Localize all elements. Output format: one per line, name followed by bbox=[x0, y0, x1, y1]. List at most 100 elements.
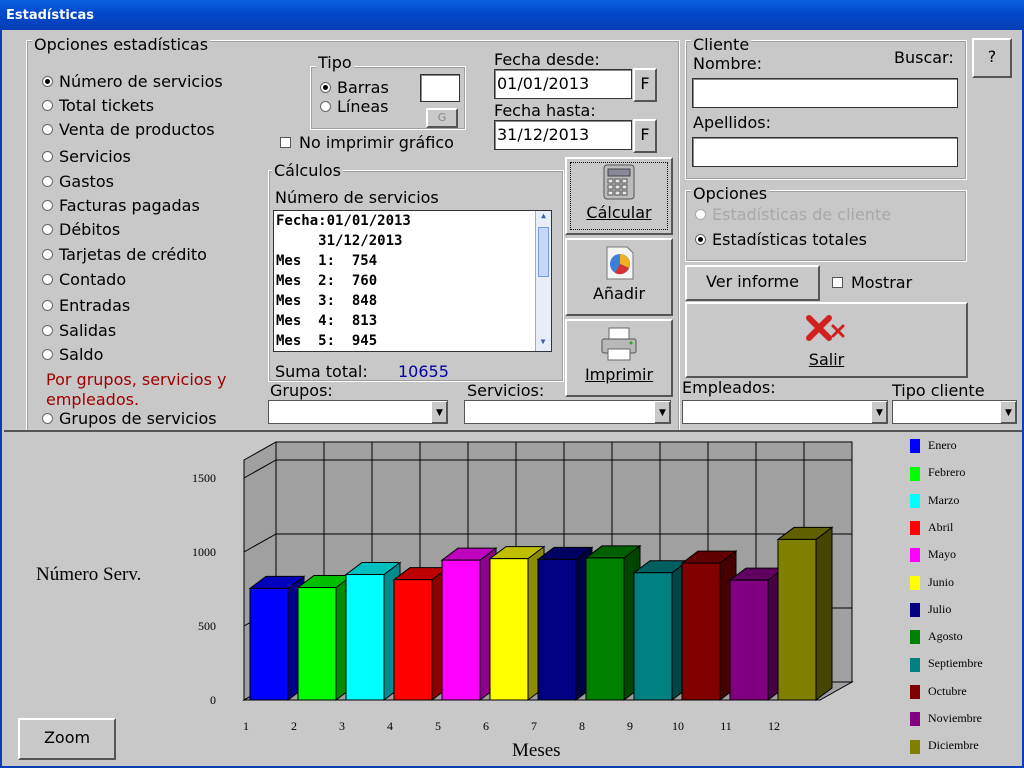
radio-option[interactable]: Número de servicios bbox=[42, 72, 223, 91]
legend-swatch bbox=[910, 548, 920, 563]
legend-swatch bbox=[910, 493, 920, 508]
list-item: Mes 2: 760 bbox=[276, 273, 378, 289]
radio-option[interactable]: Venta de productos bbox=[42, 120, 215, 139]
mostrar-checkbox[interactable]: Mostrar bbox=[832, 273, 912, 292]
anadir-label: Añadir bbox=[592, 284, 646, 303]
scroll-down-icon[interactable]: ▼ bbox=[536, 337, 550, 351]
options-group-title: Opciones estadísticas bbox=[32, 35, 211, 54]
fecha-desde-input[interactable]: 01/01/2013 bbox=[494, 69, 632, 99]
bar bbox=[777, 538, 817, 701]
legend-item: Noviembre bbox=[910, 711, 982, 727]
y-tick-label: 1500 bbox=[192, 471, 216, 485]
legend-item: Septiembre bbox=[910, 656, 983, 672]
apellidos-input[interactable] bbox=[692, 137, 958, 167]
chevron-down-icon[interactable]: ▼ bbox=[871, 401, 887, 423]
calculos-list[interactable]: Fecha:01/01/2013 31/12/2013 Mes 1: 754 Mes… bbox=[273, 210, 552, 352]
legend-swatch bbox=[910, 739, 920, 754]
radio-option[interactable]: Entradas bbox=[42, 296, 130, 315]
radio-icon bbox=[320, 100, 331, 112]
chevron-down-icon[interactable]: ▼ bbox=[1000, 401, 1016, 423]
list-item: Fecha:01/01/2013 bbox=[276, 213, 411, 229]
scroll-up-icon[interactable]: ▲ bbox=[536, 211, 551, 225]
fecha-hasta-input[interactable]: 31/12/2013 bbox=[494, 120, 632, 150]
radio-option[interactable]: Servicios bbox=[42, 147, 131, 166]
x-tick-label: 8 bbox=[579, 719, 585, 733]
bar bbox=[297, 587, 337, 701]
x-tick-label: 9 bbox=[627, 719, 633, 733]
radio-option-label: Débitos bbox=[59, 220, 121, 239]
scroll-thumb[interactable] bbox=[538, 227, 549, 277]
bar bbox=[633, 572, 673, 701]
radio-icon bbox=[42, 299, 53, 311]
statistics-window: Opciones estadísticas Número de servicio… bbox=[0, 30, 1024, 768]
radio-icon bbox=[42, 75, 53, 87]
no-imprimir-checkbox[interactable]: No imprimir gráfico bbox=[280, 133, 454, 152]
help-button[interactable]: ? bbox=[972, 38, 1012, 78]
radio-lineas[interactable]: Líneas bbox=[320, 97, 388, 116]
radio-estadisticas-cliente[interactable]: Estadísticas de cliente bbox=[695, 205, 891, 224]
g-button[interactable]: G bbox=[426, 108, 458, 128]
radio-option[interactable]: Gastos bbox=[42, 172, 114, 191]
radio-icon bbox=[42, 99, 53, 111]
fecha-hasta-picker-button[interactable]: F bbox=[633, 119, 657, 153]
empleados-combo[interactable]: ▼ bbox=[682, 400, 888, 424]
bar bbox=[585, 557, 625, 701]
radio-option-label: Saldo bbox=[59, 345, 104, 364]
radio-option[interactable]: Débitos bbox=[42, 220, 120, 239]
chart-x-label: Meses bbox=[512, 740, 561, 761]
bar bbox=[729, 579, 769, 701]
legend-label: Marzo bbox=[928, 492, 960, 507]
imprimir-label: Imprimir bbox=[584, 365, 654, 384]
radio-grupos-servicios[interactable]: Grupos de servicios bbox=[42, 409, 217, 428]
anadir-button[interactable]: Añadir bbox=[565, 238, 673, 316]
legend-swatch bbox=[910, 521, 920, 536]
legend-label: Abril bbox=[928, 519, 954, 534]
window-title: Estadísticas bbox=[0, 0, 1024, 30]
radio-icon bbox=[42, 412, 53, 424]
chevron-down-icon[interactable]: ▼ bbox=[431, 401, 447, 423]
color-swatch-box[interactable] bbox=[420, 74, 460, 102]
imprimir-button[interactable]: Imprimir bbox=[565, 319, 673, 397]
fecha-desde-picker-button[interactable]: F bbox=[633, 68, 657, 102]
chart-y-label: Número Serv. bbox=[36, 564, 142, 585]
fecha-hasta-label: Fecha hasta: bbox=[494, 101, 596, 120]
legend-swatch bbox=[910, 657, 920, 672]
calculos-subtitle: Número de servicios bbox=[275, 188, 439, 207]
nombre-input[interactable] bbox=[692, 78, 958, 108]
servicios-combo[interactable]: ▼ bbox=[464, 400, 671, 424]
legend-label: Julio bbox=[928, 601, 952, 616]
radio-option[interactable]: Contado bbox=[42, 270, 126, 289]
radio-option[interactable]: Tarjetas de crédito bbox=[42, 245, 207, 264]
x-tick-label: 7 bbox=[531, 719, 537, 733]
radio-estadisticas-totales[interactable]: Estadísticas totales bbox=[695, 230, 867, 249]
printer-icon bbox=[601, 327, 637, 361]
grupos-combo[interactable]: ▼ bbox=[268, 400, 448, 424]
zoom-button[interactable]: Zoom bbox=[18, 718, 116, 760]
x-tick-label: 2 bbox=[291, 719, 297, 733]
vertical-scrollbar[interactable]: ▲ ▼ bbox=[535, 211, 551, 351]
legend-swatch bbox=[910, 712, 920, 727]
calcular-button[interactable]: Cálcular bbox=[565, 157, 673, 235]
radio-option-label: Tarjetas de crédito bbox=[59, 245, 207, 264]
legend-label: Junio bbox=[928, 574, 955, 589]
radio-icon bbox=[42, 324, 53, 336]
salir-button[interactable]: Salir bbox=[685, 302, 968, 378]
radio-icon bbox=[320, 81, 331, 93]
radio-option[interactable]: Saldo bbox=[42, 345, 103, 364]
legend-label: Febrero bbox=[928, 465, 966, 480]
x-tick-label: 6 bbox=[483, 719, 489, 733]
radio-icon bbox=[42, 175, 53, 187]
x-tick-label: 1 bbox=[243, 719, 249, 733]
calculos-rows: Fecha:01/01/2013 31/12/2013 Mes 1: 754 Mes… bbox=[274, 211, 551, 351]
tipo-cliente-combo[interactable]: ▼ bbox=[892, 400, 1017, 424]
ver-informe-button[interactable]: Ver informe bbox=[685, 265, 820, 301]
radio-option[interactable]: Salidas bbox=[42, 321, 116, 340]
x-tick-label: 11 bbox=[720, 719, 732, 733]
radio-option[interactable]: Total tickets bbox=[42, 96, 154, 115]
bar bbox=[489, 558, 529, 701]
x-tick-label: 4 bbox=[387, 719, 393, 733]
radio-option[interactable]: Facturas pagadas bbox=[42, 196, 200, 215]
chevron-down-icon[interactable]: ▼ bbox=[654, 401, 670, 423]
radio-barras[interactable]: Barras bbox=[320, 78, 389, 97]
radio-icon bbox=[42, 273, 53, 285]
